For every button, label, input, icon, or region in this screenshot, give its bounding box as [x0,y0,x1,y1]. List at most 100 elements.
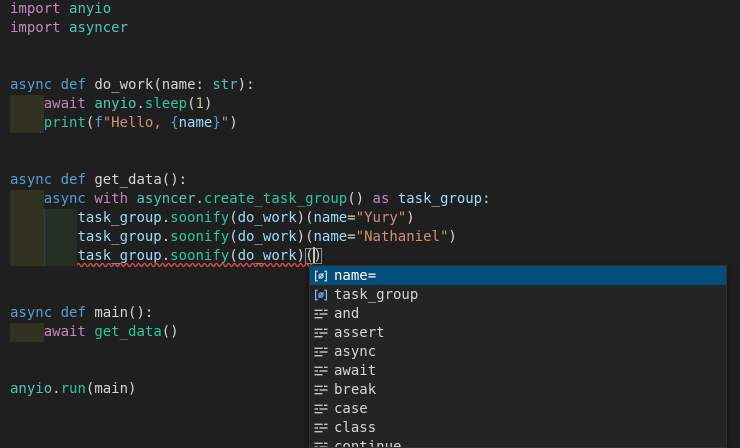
code-token: name [314,210,348,226]
suggestion-item-and[interactable]: and [310,304,726,323]
code-token [52,305,60,321]
code-token: ): [238,77,255,93]
code-token: () [347,191,372,207]
code-line[interactable]: async with asyncer.create_task_group() a… [0,190,740,209]
code-token [389,191,397,207]
code-line[interactable]: async def do_work(name: str): [0,76,740,95]
code-token: ( [187,96,195,112]
code-token [52,172,60,188]
code-token: . [136,96,144,112]
code-token: def [61,305,86,321]
code-token: ) [229,115,237,131]
suggestion-item-task_group[interactable]: task_group [310,285,726,304]
code-token: anyio [69,1,111,17]
code-token: run [61,381,86,397]
suggestion-label: break [334,382,376,398]
code-token: . [162,229,170,245]
code-token: task_group [77,229,161,245]
code-token [61,20,69,36]
code-token: task_group [77,210,161,226]
code-token: ) [406,210,414,226]
code-token: ) [448,229,456,245]
code-token: . [195,191,203,207]
text-cursor [313,247,315,263]
code-line[interactable]: import asyncer [0,19,740,38]
code-line[interactable]: task_group.soonify(do_work)(name="Nathan… [0,228,740,247]
bracket-match-highlight: ) [314,248,322,264]
code-token: . [52,381,60,397]
suggestion-item-assert[interactable]: assert [310,323,726,342]
code-line[interactable]: task_group.soonify(do_work)(name="Yury") [0,209,740,228]
suggestion-item-class[interactable]: class [310,418,726,437]
code-token: task_group [398,191,482,207]
code-line[interactable] [0,152,740,171]
code-token: "Hello, [103,115,170,131]
code-line[interactable]: await anyio.sleep(1) [0,95,740,114]
code-token: do_work [238,210,297,226]
suggestion-item-async[interactable]: async [310,342,726,361]
code-token: ( [229,248,237,264]
suggestion-label: name= [334,268,376,284]
code-token: def [61,172,86,188]
suggest-widget[interactable]: name=task_groupandassert async await break c… [309,265,727,448]
code-token: async [10,172,52,188]
code-token: do_work [238,248,297,264]
code-token: await [44,324,86,340]
indent-whitespace [10,324,44,340]
code-token: str [212,77,237,93]
code-token: () [162,324,179,340]
code-line[interactable] [0,38,740,57]
suggestion-label: case [334,401,368,417]
code-line[interactable]: import anyio [0,0,740,19]
code-token: soonify [170,229,229,245]
suggestion-item-case[interactable]: case [310,399,726,418]
code-token: " [221,115,229,131]
suggestion-label: continue [334,439,401,448]
code-token: : [196,77,213,93]
code-token: as [373,191,390,207]
code-token [52,77,60,93]
suggestion-item-await[interactable]: await [310,361,726,380]
code-token: def [61,77,86,93]
code-token: import [10,1,61,17]
code-line[interactable] [0,57,740,76]
code-token: sleep [145,96,187,112]
suggestion-item-continue[interactable]: continue [310,437,726,448]
code-token: )( [297,229,314,245]
suggestion-label: await [334,363,376,379]
code-line[interactable]: task_group.soonify(do_work)() [0,247,740,266]
code-token: main [94,381,128,397]
symbol-variable-icon [313,287,329,303]
code-token: . [162,248,170,264]
suggestion-label: async [334,344,376,360]
code-token: asyncer [136,191,195,207]
indent-whitespace [10,96,44,112]
indent-whitespace [10,248,77,264]
code-token: task_group [77,248,161,264]
code-token: . [162,210,170,226]
suggestion-item-break[interactable]: break [310,380,726,399]
indent-whitespace [10,191,44,207]
symbol-keyword-icon [313,401,329,417]
code-token: f [94,115,102,131]
code-token: = [347,210,355,226]
suggestion-item-name[interactable]: name= [310,266,726,285]
code-token: get_data [94,324,161,340]
code-token: create_task_group [204,191,347,207]
code-token: ) [128,381,136,397]
code-line[interactable]: print(f"Hello, {name}") [0,114,740,133]
code-token: anyio [94,96,136,112]
symbol-keyword-icon [313,439,329,448]
symbol-variable-icon [313,268,329,284]
code-line[interactable] [0,133,740,152]
code-token: } [212,115,220,131]
code-token [61,1,69,17]
code-token: asyncer [69,20,128,36]
code-editor[interactable]: import anyioimport asyncerasync def do_w… [0,0,740,448]
code-token: ( [229,229,237,245]
code-token: async [44,191,86,207]
code-token: name [179,115,213,131]
code-token: ( [229,210,237,226]
code-line[interactable]: async def get_data(): [0,171,740,190]
code-token: : [482,191,490,207]
